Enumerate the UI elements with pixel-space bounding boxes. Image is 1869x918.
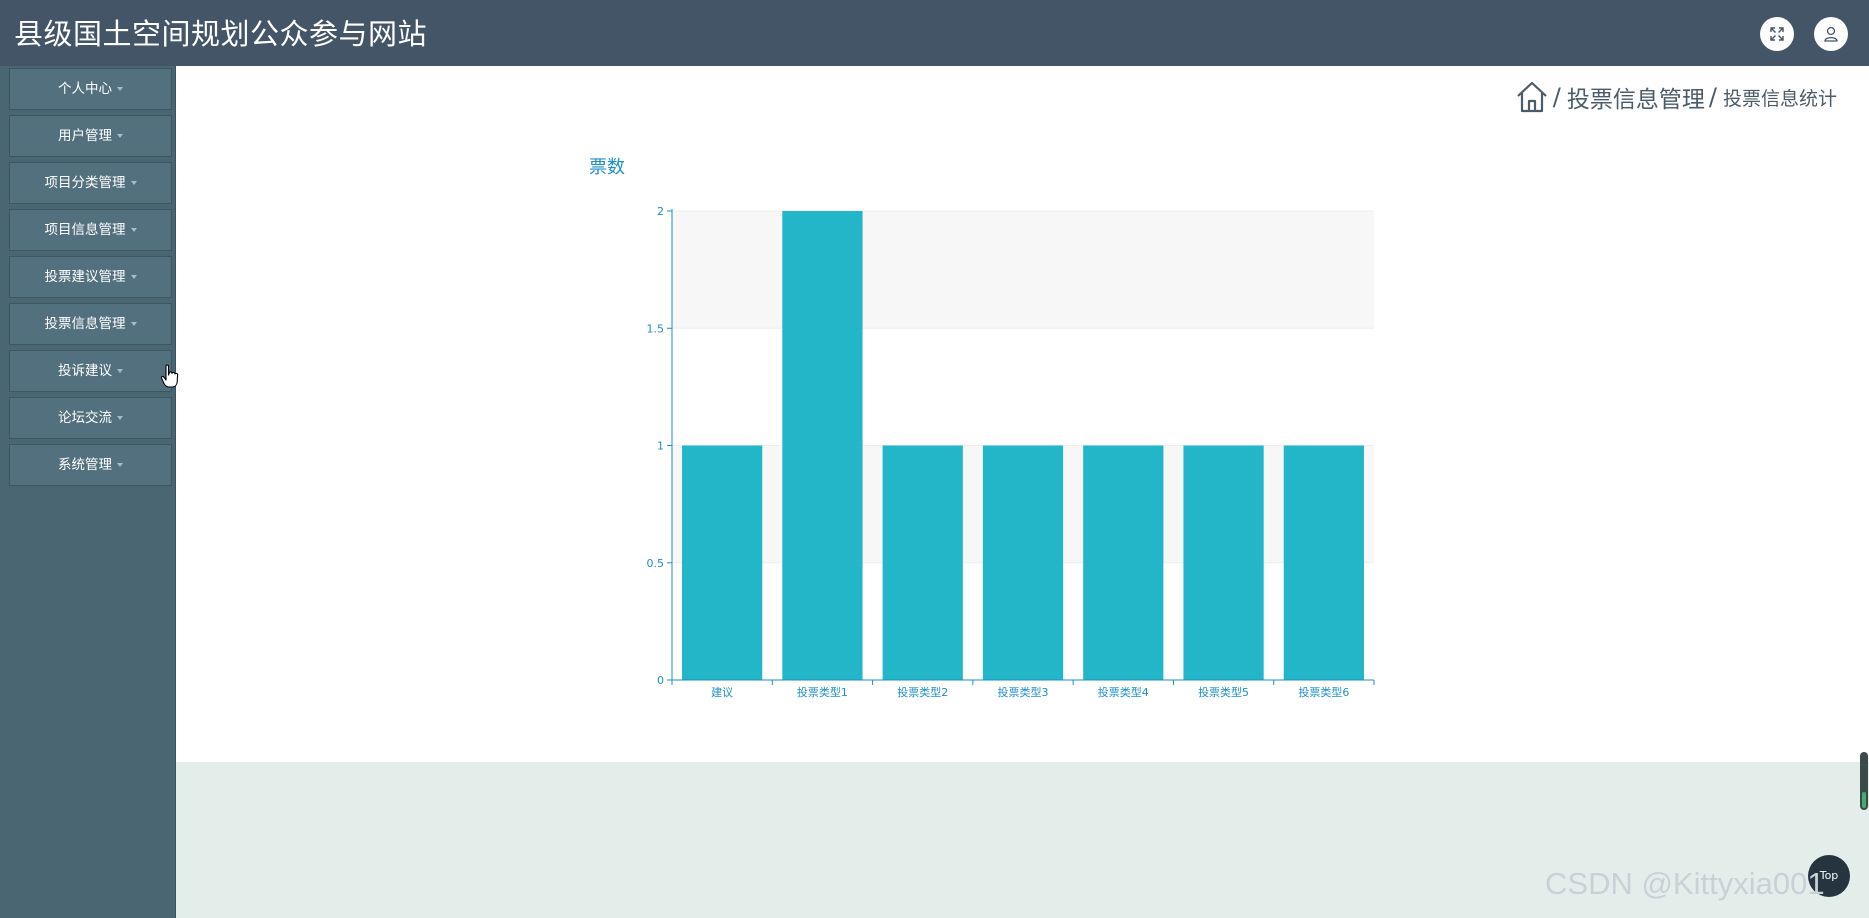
chart-bar: [782, 211, 863, 680]
breadcrumb-section-link[interactable]: 投票信息管理: [1567, 80, 1705, 114]
chevron-down-icon: [117, 416, 123, 420]
sidebar-item-label: 项目分类管理: [44, 175, 126, 191]
chevron-down-icon: [130, 228, 137, 232]
chart-y-axis-label: 票数: [589, 157, 625, 178]
sidebar-item-system-management[interactable]: 系统管理: [9, 444, 172, 486]
breadcrumb: / 投票信息管理 / 投票信息统计: [1515, 80, 1837, 114]
x-tick-label: 投票类型4: [1098, 685, 1149, 699]
sidebar-item-complaints[interactable]: 投诉建议: [9, 350, 172, 392]
vote-statistics-bar-chart: 0 0.5 1 1.5 2 建议 投票类型1 投票类型2 投票类型3 投票类型4 投票类型5 投票类型…: [647, 205, 1375, 699]
scrollbar-thumb[interactable]: [1860, 752, 1868, 810]
chart-bar: [1183, 445, 1264, 680]
fullscreen-button[interactable]: [1760, 17, 1794, 51]
sidebar-item-label: 项目信息管理: [44, 222, 126, 238]
chevron-down-icon: [117, 87, 123, 91]
chart-grid-band: [672, 211, 1374, 329]
hand-cursor-icon: [160, 364, 179, 388]
chart-bar: [682, 445, 763, 680]
sidebar-item-personal-center[interactable]: 个人中心: [9, 68, 172, 110]
chart-bar: [882, 445, 963, 680]
y-tick-label: 0.5: [647, 557, 665, 570]
fullscreen-icon: [1770, 27, 1784, 41]
chevron-down-icon: [117, 134, 123, 138]
sidebar-item-label: 投票建议管理: [44, 269, 126, 285]
user-button[interactable]: [1814, 17, 1848, 51]
sidebar-item-vote-suggestion-management[interactable]: 投票建议管理: [9, 256, 172, 298]
y-tick-label: 2: [657, 205, 664, 218]
sidebar-item-forum[interactable]: 论坛交流: [9, 397, 172, 439]
breadcrumb-separator: /: [1708, 83, 1717, 111]
sidebar-item-label: 投票信息管理: [44, 316, 126, 332]
chart-bar: [1083, 445, 1164, 680]
x-tick-label: 建议: [711, 685, 733, 699]
y-tick-label: 1: [657, 440, 664, 453]
header-bar: 县级国土空间规划公众参与网站: [0, 0, 1869, 67]
chevron-down-icon: [117, 463, 123, 467]
sidebar-item-project-category-management[interactable]: 项目分类管理: [9, 162, 172, 204]
y-tick-label: 1.5: [647, 322, 665, 335]
x-tick-label: 投票类型1: [797, 685, 848, 699]
sidebar-item-label: 论坛交流: [58, 410, 112, 426]
watermark: CSDN @Kittyxia001: [1545, 866, 1825, 901]
sidebar-item-label: 系统管理: [58, 457, 112, 473]
chevron-down-icon: [130, 275, 137, 279]
sidebar-item-label: 投诉建议: [58, 363, 112, 379]
chevron-down-icon: [117, 369, 123, 373]
sidebar-item-vote-info-management[interactable]: 投票信息管理: [9, 303, 172, 345]
x-tick-label: 投票类型3: [998, 685, 1049, 699]
site-title: 县级国土空间规划公众参与网站: [14, 17, 428, 51]
x-tick-label: 投票类型2: [897, 685, 948, 699]
x-tick-label: 投票类型5: [1198, 685, 1249, 699]
y-tick-label: 0: [657, 674, 664, 687]
breadcrumb-current: 投票信息统计: [1722, 87, 1837, 110]
sidebar: 个人中心 用户管理 项目分类管理 项目信息管理 投票建议管理 投票信息管理 投诉…: [0, 66, 176, 918]
sidebar-item-label: 用户管理: [58, 128, 112, 144]
home-icon[interactable]: [1515, 80, 1549, 114]
sidebar-item-label: 个人中心: [58, 81, 112, 97]
chart-bar: [982, 445, 1064, 680]
x-tick-label: 投票类型6: [1298, 685, 1349, 699]
chevron-down-icon: [130, 181, 137, 185]
user-icon: [1824, 26, 1838, 42]
sidebar-item-project-info-management[interactable]: 项目信息管理: [9, 209, 172, 251]
chart-grid-band: [672, 328, 1374, 446]
breadcrumb-separator: /: [1552, 83, 1561, 111]
chart-bar: [1283, 445, 1364, 680]
chevron-down-icon: [130, 322, 137, 326]
sidebar-item-user-management[interactable]: 用户管理: [9, 115, 172, 157]
